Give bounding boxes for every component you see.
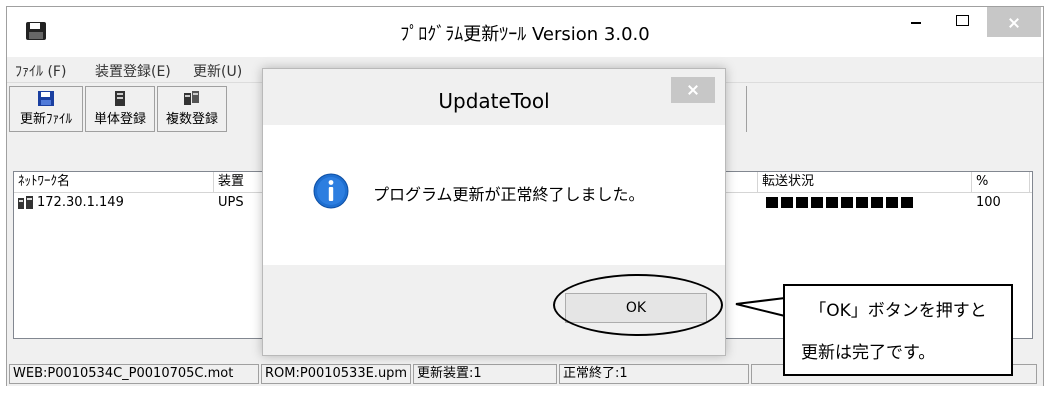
progress-block xyxy=(886,197,898,208)
callout-line-2: 更新は完了です。 xyxy=(801,343,936,363)
progress-block xyxy=(781,197,793,208)
progress-block xyxy=(796,197,808,208)
menu-update[interactable]: 更新(U) xyxy=(193,61,242,81)
title-bar: ﾌﾟﾛｸﾞﾗﾑ更新ﾂｰﾙ Version 3.0.0 xyxy=(7,7,1043,57)
update-file-button[interactable]: 更新ﾌｧｲﾙ xyxy=(9,86,83,132)
dialog-message: プログラム更新が正常終了しました。 xyxy=(373,185,645,204)
progress-block xyxy=(871,197,883,208)
multi-register-label: 複数登録 xyxy=(165,112,218,127)
save-disk-icon xyxy=(26,22,46,40)
progress-block xyxy=(841,197,853,208)
col-network-name[interactable]: ﾈｯﾄﾜｰｸ名 xyxy=(14,172,214,192)
single-register-button[interactable]: 単体登録 xyxy=(85,86,155,132)
dialog-title: UpdateTool xyxy=(438,89,550,113)
dialog-title-bar: UpdateTool xyxy=(263,69,725,125)
instruction-callout: 「OK」ボタンを押すと 更新は完了です。 xyxy=(783,284,1013,376)
status-update-devices: 更新装置:1 xyxy=(413,364,557,384)
col-percent[interactable]: % xyxy=(972,172,1030,192)
progress-block xyxy=(901,197,913,208)
progress-block xyxy=(811,197,823,208)
network-device-icon xyxy=(18,195,33,209)
minimize-button[interactable] xyxy=(893,7,939,37)
transfer-progress-bar xyxy=(766,193,916,213)
progress-block xyxy=(856,197,868,208)
update-file-label: 更新ﾌｧｲﾙ xyxy=(19,112,72,127)
menu-device-register[interactable]: 装置登録(E) xyxy=(95,61,171,81)
floppy-disk-icon xyxy=(38,91,54,106)
single-register-label: 単体登録 xyxy=(93,112,146,127)
multi-device-icon xyxy=(184,91,199,105)
dialog-close-button[interactable] xyxy=(671,77,715,103)
maximize-button[interactable] xyxy=(939,7,985,37)
ok-button-highlight xyxy=(553,274,723,336)
cell-transfer-status xyxy=(762,193,972,213)
cell-network-name: 172.30.1.149 xyxy=(14,193,214,213)
cell-percent: 100 xyxy=(976,195,1001,210)
close-button[interactable] xyxy=(987,7,1041,37)
multi-register-button[interactable]: 複数登録 xyxy=(157,86,227,132)
dialog-body: プログラム更新が正常終了しました。 xyxy=(263,125,725,265)
col-transfer-status[interactable]: 転送状況 xyxy=(758,172,972,192)
info-icon xyxy=(313,173,349,209)
status-rom-file: ROM:P0010533E.upm xyxy=(261,364,411,384)
progress-block xyxy=(826,197,838,208)
device-icon xyxy=(115,91,125,106)
progress-block xyxy=(766,197,778,208)
menu-file[interactable]: ﾌｧｲﾙ (F) xyxy=(15,61,66,81)
row-network-name: 172.30.1.149 xyxy=(37,195,124,210)
window-title: ﾌﾟﾛｸﾞﾗﾑ更新ﾂｰﾙ Version 3.0.0 xyxy=(400,24,650,45)
status-web-file: WEB:P0010534C_P0010705C.mot xyxy=(9,364,259,384)
status-normal-end: 正常終了:1 xyxy=(559,364,749,384)
callout-line-1: 「OK」ボタンを押すと xyxy=(809,301,987,321)
